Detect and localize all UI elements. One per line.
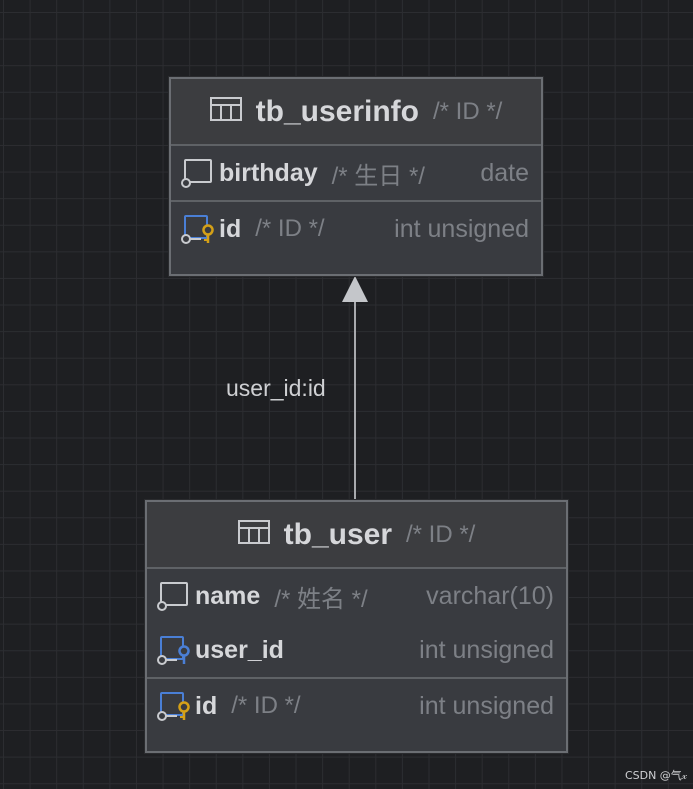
diagram-canvas: user_id:id tb_userinfo /* ID */ birthday… [0, 0, 693, 789]
table-icon [237, 520, 270, 549]
entity-header: tb_user /* ID */ [147, 502, 566, 569]
column-type: int unsigned [419, 635, 554, 664]
column-comment: /* ID */ [231, 692, 301, 719]
column-type: varchar(10) [426, 581, 554, 610]
column-section: birthday /* 生日 */ date [171, 146, 541, 202]
column-row-user-id[interactable]: user_id int unsigned [147, 623, 566, 677]
arrow-head-icon [342, 276, 368, 302]
column-comment: /* 生日 */ [331, 162, 425, 190]
column-icon [155, 580, 191, 612]
entity-tb-user[interactable]: tb_user /* ID */ name /* 姓名 */ varchar(1… [145, 500, 568, 753]
column-row-id[interactable]: id /* ID */ int unsigned [147, 679, 566, 733]
column-name: birthday [219, 158, 318, 187]
entity-name: tb_user [283, 517, 392, 551]
column-type: int unsigned [394, 214, 529, 243]
entity-tb-userinfo[interactable]: tb_userinfo /* ID */ birthday /* 生日 */ d… [169, 77, 543, 276]
primary-key-column-icon [179, 213, 215, 245]
column-type: int unsigned [419, 691, 554, 720]
column-name: name [195, 581, 261, 610]
relation-label: user_id:id [226, 375, 326, 401]
column-row-id[interactable]: id /* ID */ int unsigned [171, 202, 541, 256]
column-section: name /* 姓名 */ varchar(10) user_id int un… [147, 569, 566, 679]
column-type: date [480, 158, 529, 187]
column-comment: /* 姓名 */ [274, 585, 368, 613]
key-section: id /* ID */ int unsigned [171, 202, 541, 256]
entity-comment: /* ID */ [433, 97, 503, 125]
table-icon [209, 97, 242, 126]
key-section: id /* ID */ int unsigned [147, 679, 566, 733]
column-name: id [219, 214, 242, 243]
column-row-name[interactable]: name /* 姓名 */ varchar(10) [147, 569, 566, 623]
foreign-key-column-icon [155, 634, 191, 666]
column-name: user_id [195, 635, 284, 664]
entity-name: tb_userinfo [255, 94, 419, 128]
column-comment: /* ID */ [255, 215, 325, 242]
column-name: id [195, 691, 218, 720]
primary-key-column-icon [155, 690, 191, 722]
entity-comment: /* ID */ [406, 520, 476, 548]
entity-header: tb_userinfo /* ID */ [171, 79, 541, 146]
column-row-birthday[interactable]: birthday /* 生日 */ date [171, 146, 541, 200]
column-icon [179, 157, 215, 189]
watermark: CSDN @气𝓍 [624, 769, 687, 782]
